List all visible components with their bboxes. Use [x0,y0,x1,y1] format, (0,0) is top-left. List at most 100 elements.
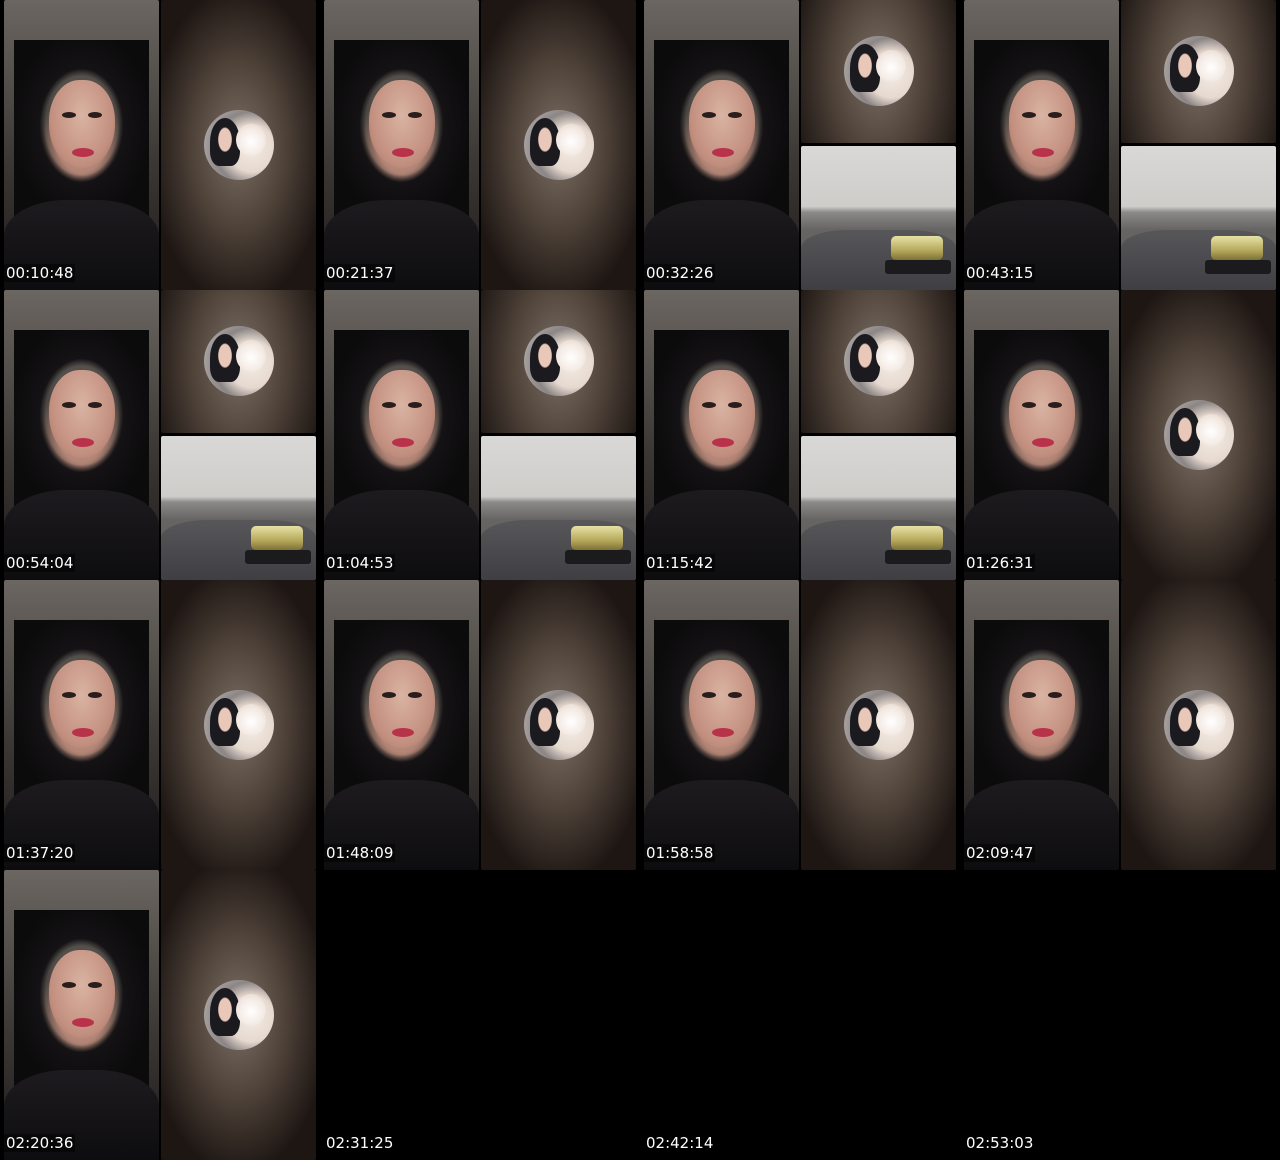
eye [702,402,716,408]
dashboard-tray [885,550,951,564]
profile-avatar [524,326,594,396]
lips [392,148,414,157]
lips [72,148,94,157]
video-thumbnail: 01:04:53 [320,290,640,580]
video-thumbnail: 01:48:09 [320,580,640,870]
perfume-bottle [1211,236,1263,260]
camera-frame-person [324,580,479,870]
video-thumbnail: 01:15:42 [640,290,960,580]
eye [728,402,742,408]
video-thumbnail: 02:42:14 [640,870,960,1160]
eye [1022,112,1036,118]
eye [62,112,76,118]
lips [712,728,734,737]
lips [72,438,94,447]
lips [1032,148,1054,157]
profile-panel [161,580,316,870]
eye [62,402,76,408]
profile-panel [801,580,956,870]
timestamp-label: 01:26:31 [964,554,1036,572]
profile-avatar [1164,36,1234,106]
video-thumbnail: 00:32:26 [640,0,960,290]
dashboard-tray [885,260,951,274]
eye [1022,402,1036,408]
profile-avatar [524,110,594,180]
thumbnail-grid: 00:10:48 00:21:37 00:32:26 00:43:15 00:54:04… [0,0,1280,1160]
profile-panel [801,290,956,433]
eye [88,112,102,118]
profile-panel [801,0,956,143]
eye [408,692,422,698]
timestamp-label: 01:48:09 [324,844,396,862]
eye [1048,112,1062,118]
camera-frame-person [644,290,799,580]
eye [1048,692,1062,698]
timestamp-label: 00:21:37 [324,264,396,282]
video-thumbnail: 00:10:48 [0,0,320,290]
dashboard-tray [245,550,311,564]
eye [1048,402,1062,408]
camera-frame-person [4,290,159,580]
eye [728,112,742,118]
eye [382,402,396,408]
eye [382,112,396,118]
timestamp-label: 02:09:47 [964,844,1036,862]
lips [72,1018,94,1027]
eye [702,112,716,118]
lips [712,148,734,157]
video-thumbnail: 00:21:37 [320,0,640,290]
camera-frame-person [4,870,159,1160]
profile-avatar [844,36,914,106]
perfume-bottle [891,526,943,550]
profile-panel [1121,290,1276,580]
profile-panel [481,580,636,870]
road-view-panel [1121,146,1276,290]
camera-frame-person [324,290,479,580]
video-thumbnail: 02:31:25 [320,870,640,1160]
perfume-bottle [891,236,943,260]
profile-avatar [1164,690,1234,760]
timestamp-label: 02:42:14 [644,1134,716,1152]
road-view-panel [801,436,956,580]
video-thumbnail: 01:58:58 [640,580,960,870]
timestamp-label: 00:32:26 [644,264,716,282]
eye [728,692,742,698]
dashboard-tray [1205,260,1271,274]
timestamp-label: 01:58:58 [644,844,716,862]
profile-avatar [204,326,274,396]
profile-avatar [1164,400,1234,470]
video-thumbnail: 00:54:04 [0,290,320,580]
timestamp-label: 02:20:36 [4,1134,76,1152]
video-thumbnail: 02:09:47 [960,580,1280,870]
lips [1032,438,1054,447]
timestamp-label: 01:37:20 [4,844,76,862]
eye [408,112,422,118]
eye [88,692,102,698]
profile-avatar [844,326,914,396]
camera-frame-person [964,580,1119,870]
road-view-panel [801,146,956,290]
camera-frame-person [324,0,479,290]
perfume-bottle [251,526,303,550]
video-thumbnail: 01:26:31 [960,290,1280,580]
profile-avatar [204,690,274,760]
road-view-panel [161,436,316,580]
dashboard-tray [565,550,631,564]
timestamp-label: 01:04:53 [324,554,396,572]
eye [62,692,76,698]
timestamp-label: 00:54:04 [4,554,76,572]
profile-panel [481,290,636,433]
profile-avatar [524,690,594,760]
profile-panel [1121,0,1276,143]
timestamp-label: 01:15:42 [644,554,716,572]
profile-avatar [844,690,914,760]
timestamp-label: 02:53:03 [964,1134,1036,1152]
camera-frame-person [964,290,1119,580]
lips [712,438,734,447]
eye [1022,692,1036,698]
profile-panel [161,290,316,433]
lips [392,728,414,737]
camera-frame-person [644,580,799,870]
profile-panel [481,0,636,290]
camera-frame-person [644,0,799,290]
